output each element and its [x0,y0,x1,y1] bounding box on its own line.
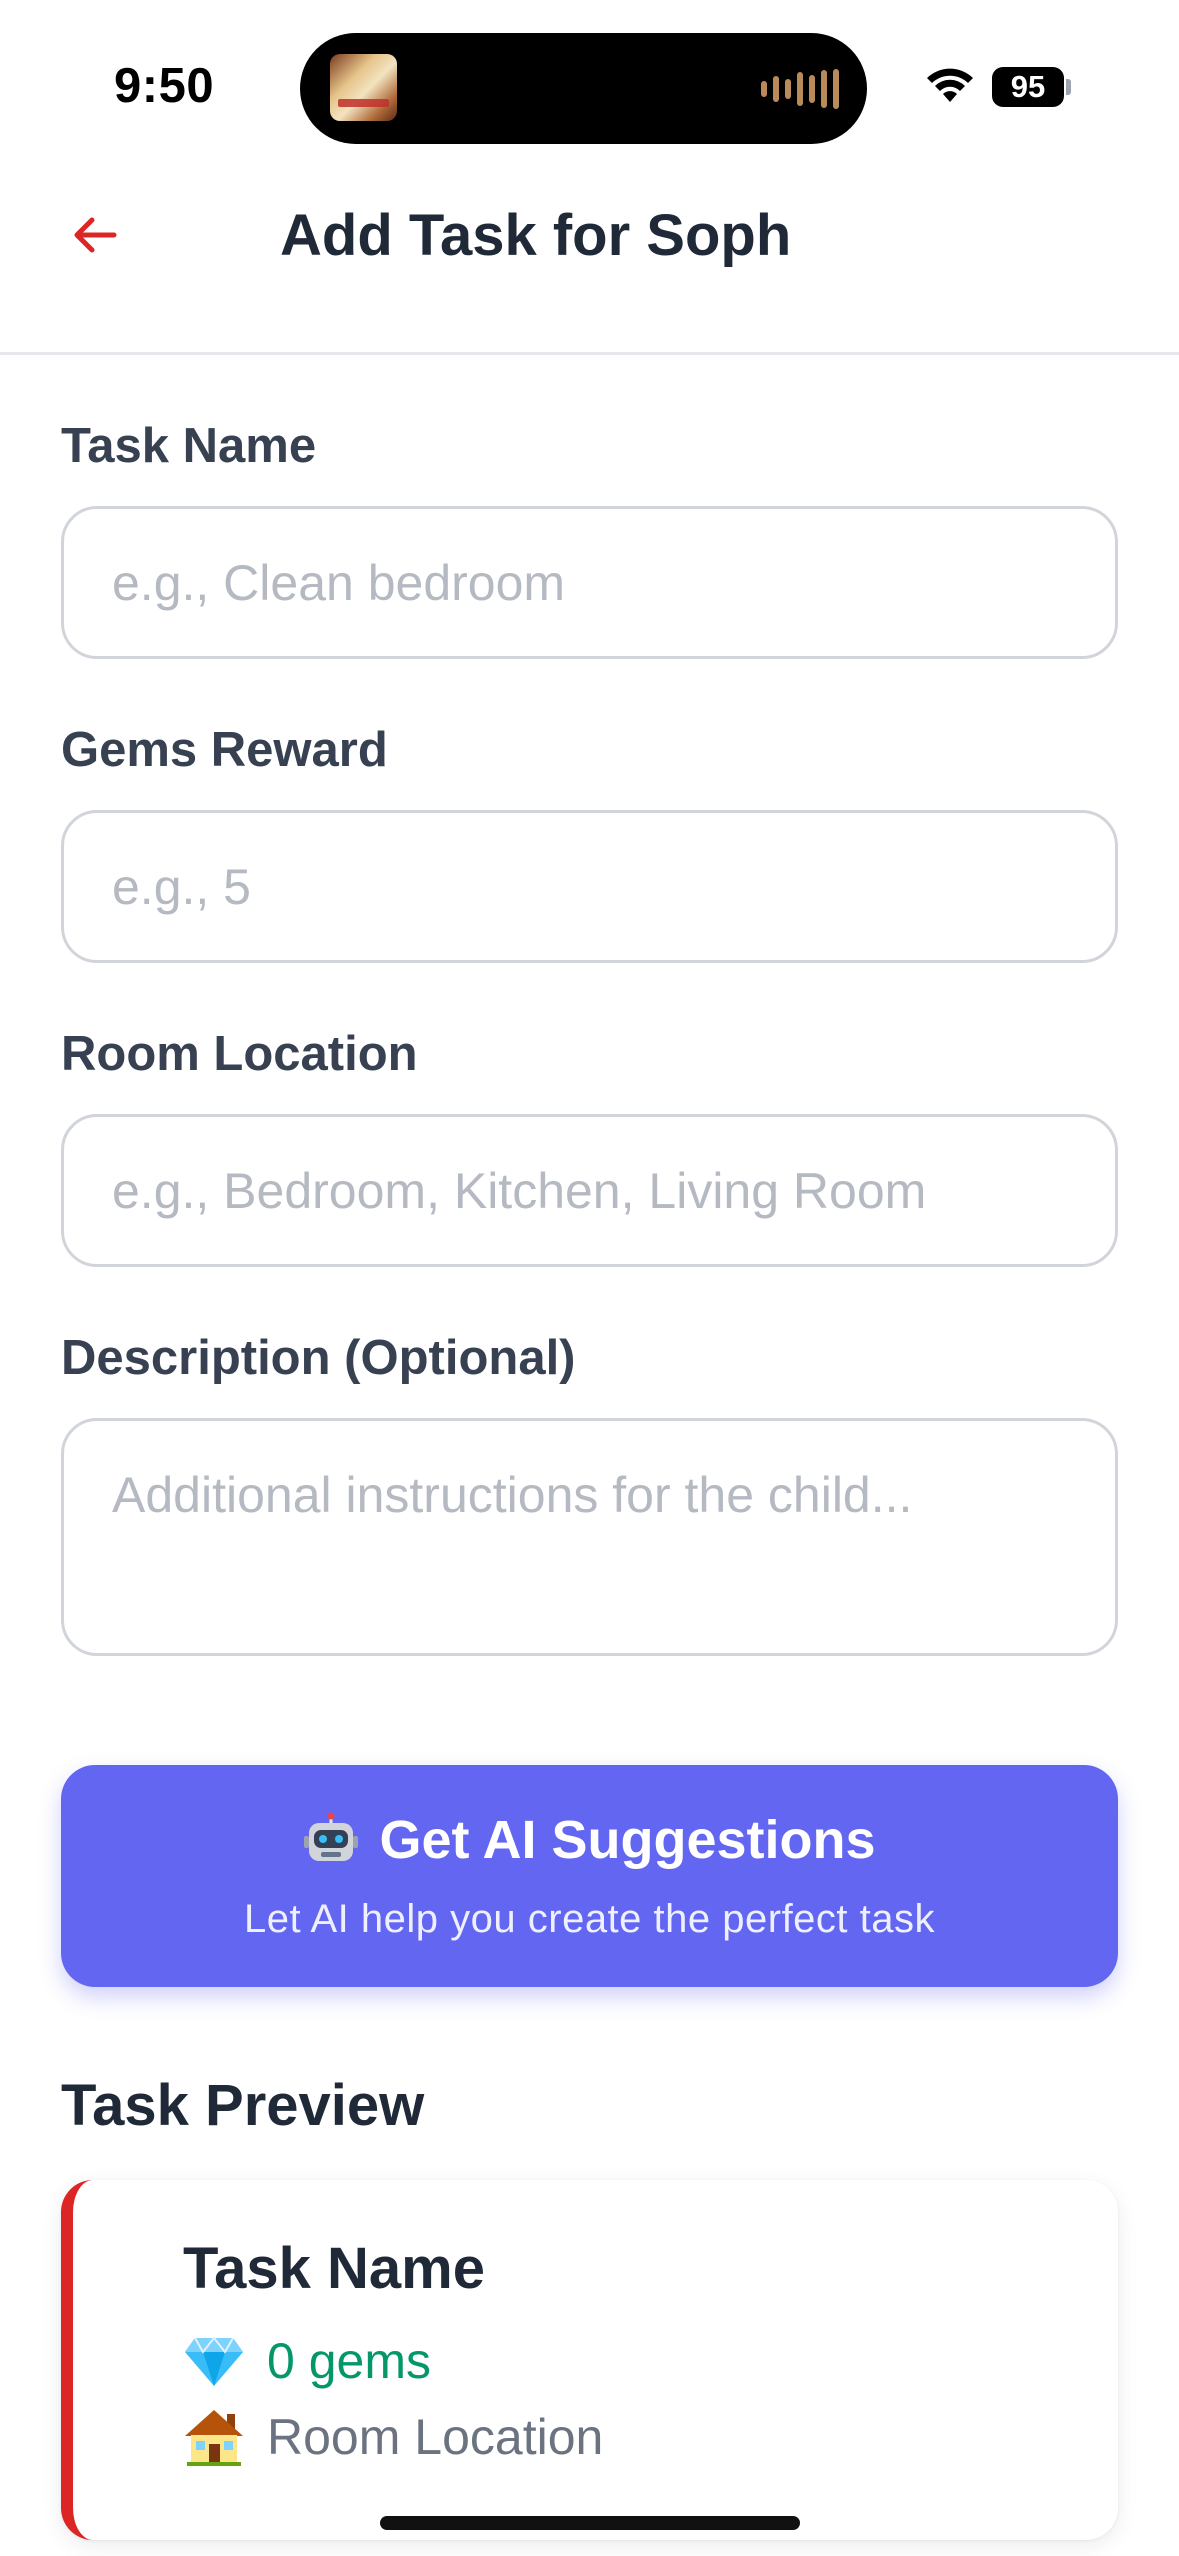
house-icon [185,2410,243,2466]
wifi-icon [927,68,973,102]
gems-reward-label: Gems Reward [61,723,388,777]
preview-task-name: Task Name [183,2236,485,2301]
room-location-label: Room Location [61,1027,418,1081]
description-label: Description (Optional) [61,1331,576,1385]
preview-gems-text: 0 gems [267,2333,431,2389]
preview-room-row: Room Location [183,2408,603,2466]
battery-icon: 95 [992,67,1064,107]
battery-cap [1066,79,1071,95]
home-indicator[interactable] [380,2516,800,2530]
ai-suggestions-subtitle: Let AI help you create the perfect task [243,1897,936,1941]
header-divider [0,352,1179,355]
back-button[interactable] [60,200,130,270]
task-name-input[interactable] [61,506,1118,659]
ai-suggestions-title-row: Get AI Suggestions [61,1809,1118,1871]
gem-icon [185,2336,243,2386]
status-time: 9:50 [114,59,215,113]
task-preview-heading: Task Preview [61,2073,425,2138]
dynamic-island[interactable] [300,33,867,144]
audio-waveform-icon [761,69,839,109]
room-location-input[interactable] [61,1114,1118,1267]
battery-level: 95 [1010,69,1046,104]
now-playing-album-art [330,54,397,121]
ai-suggestions-title: Get AI Suggestions [379,1810,876,1870]
preview-gems-row: 0 gems [183,2332,431,2390]
ai-suggestions-button[interactable]: Get AI Suggestions Let AI help you creat… [61,1765,1118,1987]
task-preview-card: Task Name 0 gems Room Location [61,2180,1118,2540]
page-title: Add Task for Soph [280,203,792,268]
task-name-label: Task Name [61,419,317,473]
gems-reward-input[interactable] [61,810,1118,963]
robot-icon [304,1812,359,1861]
description-textarea[interactable] [61,1418,1118,1656]
preview-room-text: Room Location [267,2409,604,2465]
add-task-screen: 9:50 95 Add Task for Soph Task Name Gems… [0,0,1179,2556]
arrow-left-icon [74,217,117,253]
